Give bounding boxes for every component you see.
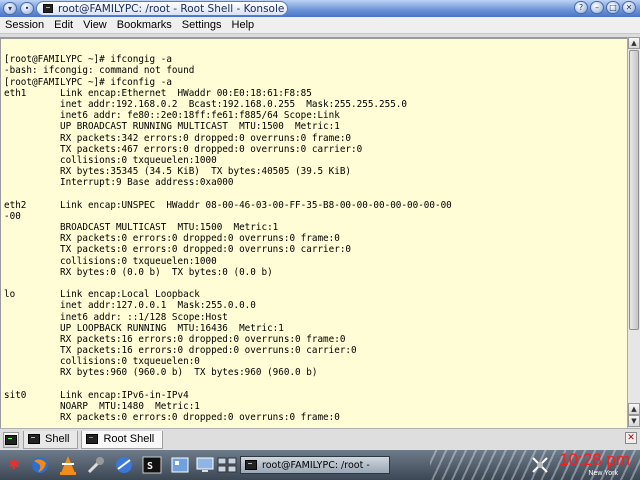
window-title: root@FAMILYPC: /root - Root Shell - Kons… <box>36 1 288 16</box>
session-tab-bar: Shell Root Shell <box>0 428 640 450</box>
terminal-line: collisions:0 txqueuelen:0 <box>4 356 200 368</box>
minimize-button[interactable]: – <box>590 1 604 14</box>
help-button[interactable]: ? <box>574 1 588 14</box>
terminal-output[interactable]: [root@FAMILYPC ~]# ifcongig -a -bash: ifc… <box>0 37 627 428</box>
tab-shell[interactable]: Shell <box>23 430 79 449</box>
clock-time[interactable]: 10:28 pm <box>559 451 630 469</box>
konsole-icon <box>43 4 53 13</box>
terminal-line: [root@FAMILYPC ~]# ifcongig -a <box>4 54 172 66</box>
desktop-icon[interactable] <box>193 453 217 477</box>
terminal-line: Interrupt:9 Base address:0xa000 <box>4 177 234 189</box>
scroll-down-arrow-icon[interactable]: ▼ <box>628 415 640 427</box>
terminal-line: RX bytes:960 (960.0 b) TX bytes:960 (960… <box>4 367 318 379</box>
menu-help[interactable]: Help <box>227 19 260 31</box>
terminal-line: inet addr:192.168.0.2 Bcast:192.168.0.25… <box>4 98 407 110</box>
taskbar-konsole-icon <box>245 460 257 470</box>
browser-icon[interactable] <box>112 453 136 477</box>
network-icon[interactable] <box>528 453 552 477</box>
terminal-line: RX packets:342 errors:0 dropped:0 overru… <box>4 132 352 144</box>
terminal-line: TX packets:16 errors:0 dropped:0 overrun… <box>4 345 357 357</box>
firefox-icon[interactable] <box>28 453 52 477</box>
terminal-line: -00 <box>4 210 21 222</box>
terminal-line: UP BROADCAST RUNNING MULTICAST MTU:1500 … <box>4 121 340 133</box>
maximize-button[interactable]: □ <box>606 1 620 14</box>
window-title-text: root@FAMILYPC: /root - Root Shell - Kons… <box>58 2 285 15</box>
terminal-launcher-icon[interactable]: S <box>140 453 164 477</box>
tab-shell-label: Shell <box>45 433 70 445</box>
terminal-icon <box>28 434 40 444</box>
tab-root-shell[interactable]: Root Shell <box>81 430 164 449</box>
clock-location: New York <box>588 470 618 477</box>
menu-settings[interactable]: Settings <box>177 19 227 31</box>
svg-text:S: S <box>147 461 153 472</box>
apps-icon[interactable] <box>168 453 192 477</box>
new-session-icon <box>5 434 17 445</box>
terminal-line: inet6 addr: ::1/128 Scope:Host <box>4 311 228 323</box>
terminal-line: NOARP MTU:1480 Metric:1 <box>4 401 200 412</box>
terminal-line: BROADCAST MULTICAST MTU:1500 Metric:1 <box>4 222 279 233</box>
terminal-scrollbar[interactable]: ▲ ▲ ▼ <box>627 37 640 428</box>
root-terminal-icon <box>86 434 99 444</box>
terminal-line: inet6 addr: fe80::2e0:18ff:fe61:f885/64 … <box>4 110 340 122</box>
terminal-line: RX bytes:35345 (34.5 KiB) TX bytes:40505… <box>4 166 352 178</box>
close-button[interactable]: ✕ <box>622 1 636 14</box>
terminal-line: sit0 Link encap:IPv6-in-IPv4 <box>4 389 189 401</box>
menu-bookmarks[interactable]: Bookmarks <box>112 19 177 31</box>
taskbar: ✱ S root@FAMILYPC: /root - 10:28 pm New … <box>0 450 640 480</box>
kde-menu-icon[interactable]: ✱ <box>2 453 26 477</box>
sticky-button[interactable]: • <box>20 2 34 15</box>
menu-edit[interactable]: Edit <box>49 19 78 31</box>
close-session-icon[interactable]: ✕ <box>625 432 637 444</box>
terminal-line: RX packets:0 errors:0 dropped:0 overruns… <box>4 233 340 245</box>
scroll-up-arrow-lower-icon[interactable]: ▲ <box>628 403 640 415</box>
terminal-line: eth1 Link encap:Ethernet HWaddr 00:E0:18… <box>4 87 312 99</box>
new-session-button[interactable] <box>3 431 19 448</box>
window-menu-button[interactable]: ▾ <box>3 2 17 15</box>
menu-session[interactable]: Session <box>0 19 49 31</box>
tab-root-shell-label: Root Shell <box>103 433 155 445</box>
terminal-line: RX packets:16 errors:0 dropped:0 overrun… <box>4 333 346 345</box>
tools-icon[interactable] <box>84 453 108 477</box>
terminal-line: collisions:0 txqueuelen:1000 <box>4 255 217 267</box>
vlc-icon[interactable] <box>56 453 80 477</box>
terminal-line: TX packets:467 errors:0 dropped:0 overru… <box>4 143 363 155</box>
menu-view[interactable]: View <box>78 19 112 31</box>
terminal-line: collisions:0 txqueuelen:1000 <box>4 154 217 166</box>
terminal-line: -bash: ifcongig: command not found <box>4 65 195 77</box>
taskbar-konsole-label: root@FAMILYPC: /root - <box>262 459 370 471</box>
terminal-line: eth2 Link encap:UNSPEC HWaddr 08-00-46-0… <box>4 199 452 211</box>
terminal-line: TX packets:0 errors:0 dropped:0 overruns… <box>4 244 352 256</box>
terminal-line: [root@FAMILYPC ~]# ifconfig -a <box>4 76 172 88</box>
scroll-thumb[interactable] <box>629 50 639 330</box>
terminal-line: RX bytes:0 (0.0 b) TX bytes:0 (0.0 b) <box>4 266 273 278</box>
window-titlebar[interactable]: ▾ • root@FAMILYPC: /root - Root Shell - … <box>0 0 640 17</box>
scroll-up-arrow-icon[interactable]: ▲ <box>628 37 640 49</box>
terminal-line: lo Link encap:Local Loopback <box>4 289 200 301</box>
taskbar-konsole-button[interactable]: root@FAMILYPC: /root - <box>240 456 390 474</box>
pager-icon[interactable] <box>215 453 239 477</box>
terminal-line: RX packets:0 errors:0 dropped:0 overruns… <box>4 412 340 424</box>
terminal-line: inet addr:127.0.0.1 Mask:255.0.0.0 <box>4 300 256 312</box>
terminal-line: UP LOOPBACK RUNNING MTU:16436 Metric:1 <box>4 322 284 334</box>
menu-bar: Session Edit View Bookmarks Settings Hel… <box>0 17 640 34</box>
